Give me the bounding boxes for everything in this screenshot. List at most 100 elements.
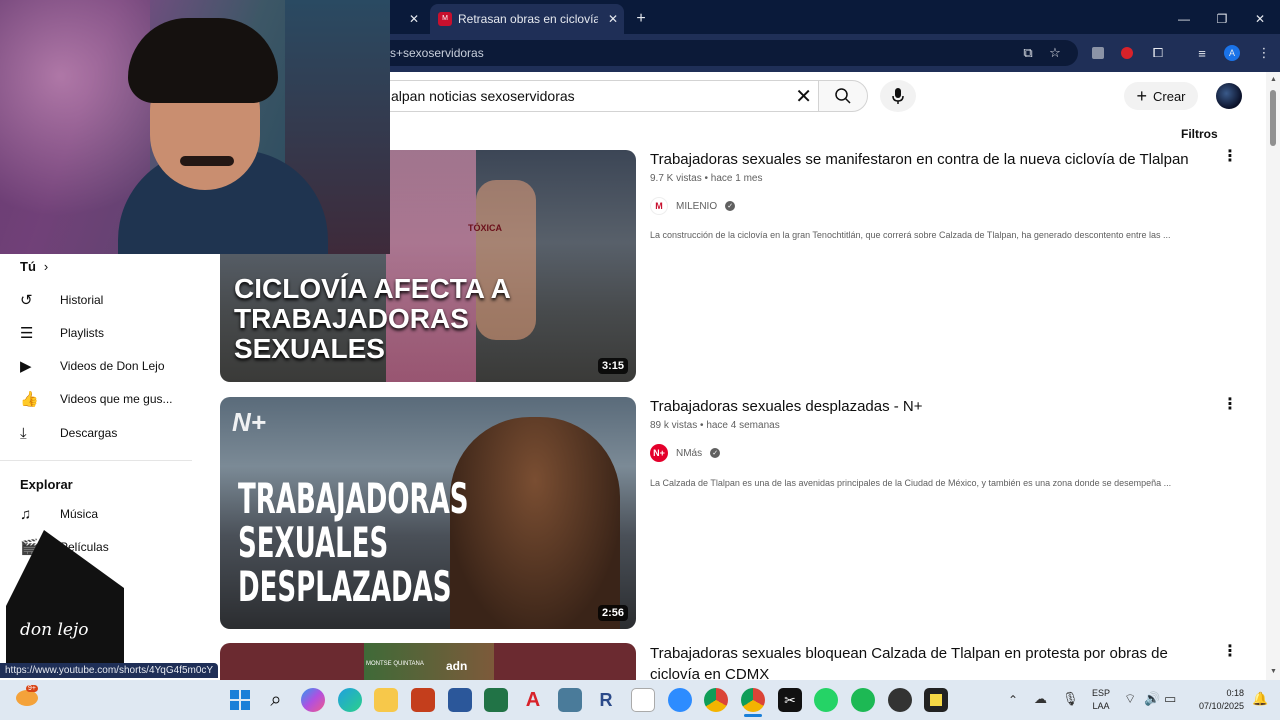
clock[interactable]: 0:18 07/10/2025 — [1188, 687, 1244, 713]
channel-link[interactable]: M MILENIO ✓ — [650, 197, 736, 215]
sidebar-item-label: Descargas — [60, 426, 118, 440]
volume-icon[interactable]: 🔊 — [1144, 691, 1160, 707]
video-title[interactable]: Trabajadoras sexuales desplazadas - N+ — [650, 396, 1210, 417]
whatsapp-icon[interactable] — [814, 688, 838, 712]
taskbar-search-icon[interactable]: ⌕ — [264, 688, 288, 712]
sidebar-item-playlists[interactable]: ☰ Playlists — [0, 317, 200, 349]
video-title[interactable]: Trabajadoras sexuales bloquean Calzada d… — [650, 643, 1190, 680]
address-bar[interactable]: s+sexoservidoras — [300, 40, 1078, 66]
obs-icon[interactable] — [888, 688, 912, 712]
link-status-url: https://www.youtube.com/shorts/4YqG4f5m0… — [0, 663, 219, 678]
your-videos-icon: ▶ — [20, 358, 32, 375]
profile-icon[interactable]: A — [1222, 43, 1242, 63]
browser-tab[interactable]: M Retrasan obras en ciclovía de Tl ✕ — [430, 4, 624, 34]
chevron-right-icon: › — [43, 259, 49, 274]
notifications-icon[interactable]: 🔔 — [1252, 691, 1268, 707]
voice-search-button[interactable] — [880, 80, 916, 112]
video-thumbnail[interactable]: MONTSE QUINTANA adn — [220, 643, 636, 680]
word-icon[interactable] — [448, 688, 472, 712]
watermark-text: don lejo — [20, 620, 89, 640]
address-text: s+sexoservidoras — [390, 46, 484, 60]
sidebar-item-label: Videos que me gus... — [60, 392, 173, 406]
scroll-down-icon[interactable]: ▼ — [1270, 668, 1277, 675]
search-icon — [835, 88, 851, 104]
edge-icon[interactable] — [338, 688, 362, 712]
milenio-icon: M — [438, 12, 452, 26]
chrome-profile-icon[interactable] — [741, 688, 765, 712]
start-button[interactable] — [228, 688, 252, 712]
more-options-icon[interactable]: ⋮ — [1222, 641, 1238, 661]
thumbs-up-icon: 👍 — [20, 391, 39, 408]
window-close-button[interactable]: ✕ — [1250, 4, 1270, 34]
sidebar-item-label: Historial — [60, 293, 104, 307]
close-icon[interactable]: ✕ — [608, 12, 618, 26]
video-title[interactable]: Trabajadoras sexuales se manifestaron en… — [650, 149, 1210, 170]
notepad-icon[interactable] — [631, 688, 655, 712]
video-thumbnail[interactable]: N+ TRABAJADORAS SEXUALES DESPLAZADAS 2:5… — [220, 397, 636, 629]
more-options-icon[interactable]: ⋮ — [1222, 394, 1238, 414]
channel-avatar: M — [650, 197, 668, 215]
bookmark-star-icon[interactable]: ☆ — [1045, 43, 1065, 63]
scroll-up-icon[interactable]: ▲ — [1270, 76, 1277, 83]
media-control-icon[interactable]: ≡ — [1192, 43, 1212, 63]
app-grid-icon[interactable] — [558, 688, 582, 712]
playlist-icon: ☰ — [20, 325, 34, 342]
acrobat-icon[interactable]: A — [521, 688, 545, 712]
clear-search-icon[interactable]: ✕ — [795, 84, 812, 109]
plus-icon: + — [1136, 85, 1147, 106]
extension-red-icon[interactable] — [1117, 43, 1137, 63]
weather-icon — [16, 690, 38, 706]
sidebar-item-historial[interactable]: ↺ Historial — [0, 284, 200, 316]
you-section-link[interactable]: Tú › — [20, 259, 48, 274]
explore-heading: Explorar — [20, 477, 73, 492]
channel-avatar: N+ — [650, 444, 668, 462]
excel-icon[interactable] — [484, 688, 508, 712]
more-options-icon[interactable]: ⋮ — [1222, 146, 1238, 166]
file-explorer-icon[interactable] — [374, 688, 398, 712]
filters-button[interactable]: Filtros — [1181, 127, 1218, 141]
webcam-person-hair — [128, 18, 278, 103]
sidebar-item-liked[interactable]: 👍 Videos que me gus... — [0, 383, 200, 415]
minimize-button[interactable]: — — [1174, 4, 1194, 34]
battery-icon[interactable]: ▭ — [1164, 691, 1176, 707]
weather-badge: 9+ — [26, 685, 38, 692]
sidebar-item-music[interactable]: ♫ Música — [0, 498, 200, 530]
copilot-icon[interactable] — [301, 688, 325, 712]
sidebar-item-your-videos[interactable]: ▶ Videos de Don Lejo — [0, 350, 200, 382]
thumbnail-woman-hair — [450, 417, 620, 629]
tab-close-button[interactable]: ✕ — [400, 4, 428, 34]
account-avatar[interactable] — [1216, 83, 1242, 109]
thumbnail-caption: TRABAJADORAS SEXUALES DESPLAZADAS — [238, 474, 469, 612]
verified-icon: ✓ — [710, 448, 721, 458]
language-indicator[interactable]: ESP LAA — [1092, 687, 1110, 713]
spotify-icon[interactable] — [851, 688, 875, 712]
zoom-icon[interactable] — [668, 688, 692, 712]
r-app-icon[interactable]: R — [594, 688, 618, 712]
page-scrollbar[interactable]: ▲ ▼ — [1266, 72, 1280, 680]
powerpoint-icon[interactable] — [411, 688, 435, 712]
chrome-icon[interactable] — [704, 688, 728, 712]
install-app-icon[interactable]: ⧉ — [1018, 43, 1038, 63]
wifi-icon[interactable]: ⌔ — [1124, 691, 1136, 707]
extensions-puzzle-icon[interactable]: ⧠ — [1148, 43, 1168, 63]
microphone-tray-icon[interactable]: 🎙 — [1062, 691, 1079, 707]
extension-square-icon[interactable] — [1088, 43, 1108, 63]
weather-widget[interactable]: 9+ — [16, 685, 40, 712]
adn-logo: adn — [446, 659, 468, 673]
create-button[interactable]: + Crear — [1124, 82, 1198, 110]
sidebar-item-downloads[interactable]: ⤓ Descargas — [0, 417, 200, 449]
video-description: La construcción de la ciclovía en la gra… — [650, 230, 1171, 240]
new-tab-button[interactable]: + — [632, 4, 650, 34]
channel-link[interactable]: N+ NMás ✓ — [650, 444, 721, 462]
sticky-notes-icon[interactable] — [924, 688, 948, 712]
music-icon: ♫ — [20, 505, 32, 523]
search-query-text: alpan noticias sexoservidoras — [391, 88, 575, 104]
sidebar-item-label: Videos de Don Lejo — [60, 359, 165, 373]
cloud-sync-icon[interactable]: ☁ — [1034, 691, 1047, 707]
maximize-button[interactable]: ❐ — [1212, 4, 1232, 34]
capcut-icon[interactable]: ✂ — [778, 688, 802, 712]
search-button[interactable] — [818, 80, 868, 112]
show-hidden-icons[interactable]: ⌃ — [1008, 693, 1018, 707]
browser-menu-icon[interactable]: ⋮ — [1254, 43, 1274, 63]
scrollbar-thumb[interactable] — [1270, 90, 1276, 146]
